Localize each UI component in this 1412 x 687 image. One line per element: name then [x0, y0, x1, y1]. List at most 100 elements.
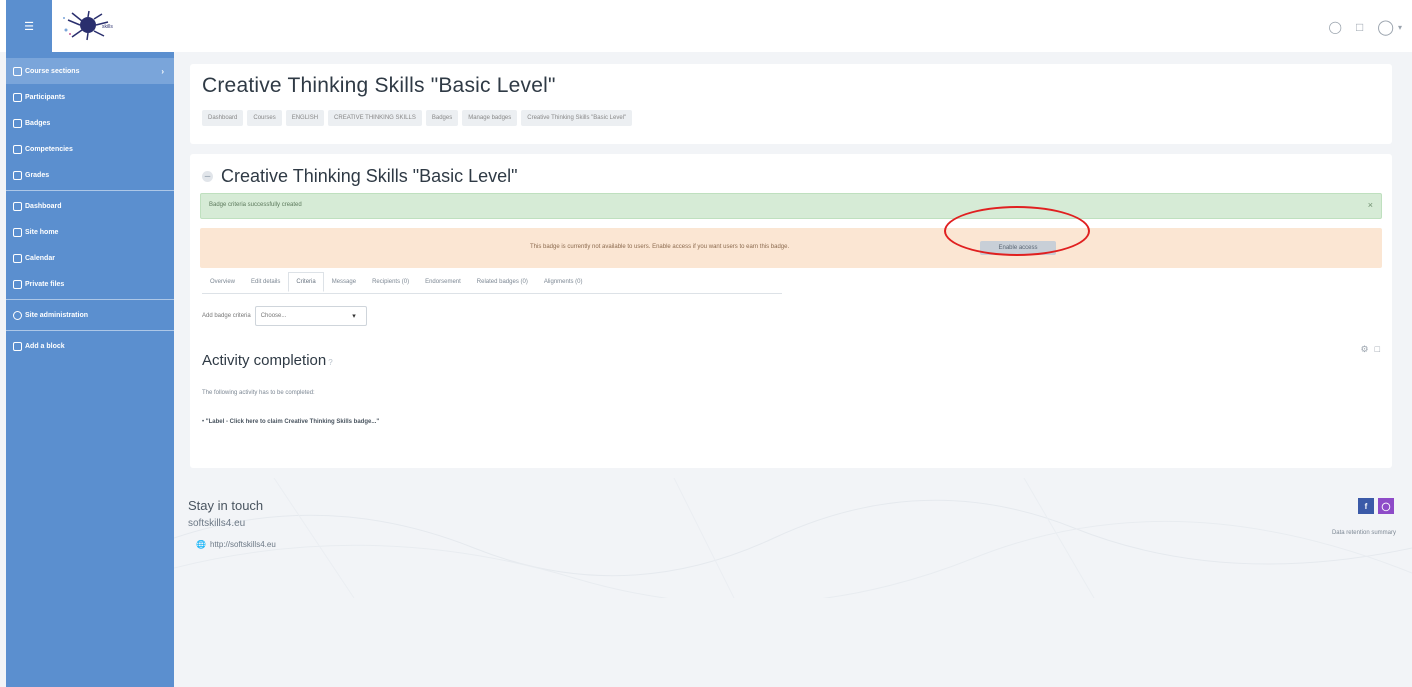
breadcrumb-item[interactable]: Dashboard [202, 110, 244, 126]
add-criteria-select[interactable]: Choose... ▾ [254, 306, 367, 326]
facebook-icon[interactable]: f [1358, 498, 1374, 514]
sidebar-item-participants[interactable]: Participants [6, 84, 174, 110]
sidebar-item-label: Badges [25, 119, 51, 127]
sidebar-item-competencies[interactable]: Competencies [6, 136, 174, 162]
activity-item-text[interactable]: "Label - Click here to claim Creative Th… [206, 419, 379, 425]
sidebar-item-grades[interactable]: Grades [6, 162, 174, 188]
chevron-down-icon: ▾ [352, 313, 356, 320]
user-avatar-icon[interactable]: ◯ [1377, 18, 1394, 36]
tab-related-badges[interactable]: Related badges (0) [469, 272, 536, 292]
add-criteria-selected: Choose... [260, 313, 287, 319]
badge-icon [13, 118, 22, 128]
tab-edit-details[interactable]: Edit details [243, 272, 288, 292]
sidebar-item-label: Calendar [25, 254, 55, 262]
dashboard-icon [13, 201, 22, 211]
sidebar-item-badges[interactable]: Badges [6, 110, 174, 136]
hamburger-icon[interactable]: ☰ [6, 0, 52, 52]
site-link[interactable]: 🌐 http://softskills4.eu [196, 540, 276, 549]
breadcrumb-item[interactable]: Manage badges [462, 110, 518, 126]
sidebar-divider [6, 330, 174, 331]
sidebar-item-add-block[interactable]: Add a block [6, 333, 174, 359]
home-icon [13, 227, 22, 237]
help-icon[interactable]: ? [328, 358, 332, 367]
sidebar-item-private-files[interactable]: Private files [6, 271, 174, 297]
tab-alignments[interactable]: Alignments (0) [536, 272, 591, 292]
globe-icon: 🌐 [196, 540, 206, 549]
badge-heading-text: Creative Thinking Skills "Basic Level" [221, 166, 518, 186]
success-alert: Badge criteria successfully created × [200, 193, 1382, 219]
sidebar-item-dashboard[interactable]: Dashboard [6, 193, 174, 219]
site-name: softskills4.eu [188, 518, 246, 529]
sidebar-item-label: Competencies [25, 145, 73, 153]
stay-in-touch-heading: Stay in touch [188, 498, 264, 513]
svg-text:skills: skills [102, 24, 113, 30]
folder-icon [13, 66, 22, 76]
enable-access-button[interactable]: Enable access [980, 241, 1056, 255]
sidebar-item-site-administration[interactable]: Site administration [6, 302, 174, 328]
sidebar-item-calendar[interactable]: Calendar [6, 245, 174, 271]
activity-description: The following activity has to be complet… [202, 390, 315, 396]
gear-icon [13, 310, 22, 320]
breadcrumb-item[interactable]: Badges [425, 110, 459, 126]
sidebar-item-site-home[interactable]: Site home [6, 219, 174, 245]
plus-icon [13, 341, 22, 351]
activity-tools: ⚙ □ [1360, 344, 1380, 355]
instagram-icon[interactable]: ◯ [1378, 498, 1394, 514]
sidebar: Course sections › Participants Badges Co… [6, 52, 174, 687]
tab-divider [202, 293, 782, 294]
page-title: Creative Thinking Skills "Basic Level" [202, 74, 556, 97]
data-retention-link[interactable]: Data retention summary [1332, 530, 1396, 536]
sidebar-item-label: Add a block [25, 342, 65, 350]
chevron-down-icon[interactable]: ▾ [1398, 23, 1402, 32]
file-icon [13, 279, 22, 289]
sidebar-item-label: Site administration [25, 311, 89, 319]
delete-icon[interactable]: □ [1375, 344, 1380, 355]
add-criteria-row: Add badge criteria Choose... ▾ [202, 306, 367, 326]
tab-message[interactable]: Message [324, 272, 364, 292]
site-url[interactable]: http://softskills4.eu [210, 540, 276, 549]
breadcrumb-item[interactable]: Courses [247, 110, 282, 126]
badge-tabs: Overview Edit details Criteria Message R… [202, 272, 591, 292]
footer-background-pattern [174, 478, 1412, 598]
activity-completion-heading: Activity completion? [202, 352, 333, 369]
calendar-icon [13, 253, 22, 263]
users-icon [13, 92, 22, 102]
warning-alert: This badge is currently not available to… [200, 228, 1382, 268]
sidebar-item-label: Dashboard [25, 202, 62, 210]
tab-overview[interactable]: Overview [202, 272, 243, 292]
warning-alert-message: This badge is currently not available to… [530, 244, 790, 250]
badge-main-card: – Creative Thinking Skills "Basic Level"… [190, 154, 1392, 468]
collapse-icon[interactable]: – [202, 171, 213, 182]
footer: Stay in touch softskills4.eu 🌐 http://so… [174, 478, 1412, 687]
tab-endorsement[interactable]: Endorsement [417, 272, 469, 292]
activity-heading-text: Activity completion [202, 352, 327, 369]
sidebar-item-label: Participants [25, 93, 66, 101]
breadcrumb-item[interactable]: Creative Thinking Skills "Basic Level" [521, 110, 633, 126]
chat-icon[interactable]: ◯ [1329, 20, 1342, 34]
activity-list-item: • "Label - Click here to claim Creative … [202, 419, 380, 425]
breadcrumb-item[interactable]: ENGLISH [285, 110, 325, 126]
chevron-right-icon: › [161, 66, 164, 76]
table-icon [13, 170, 22, 180]
social-links: f ◯ [1358, 498, 1394, 514]
breadcrumb-item[interactable]: CREATIVE THINKING SKILLS [328, 110, 422, 126]
sidebar-item-label: Course sections [25, 67, 80, 75]
success-alert-message: Badge criteria successfully created [209, 202, 302, 208]
top-navbar: ☰ skills ◯ □ ◯ ▾ [0, 0, 1412, 52]
sidebar-divider [6, 299, 174, 300]
bell-icon[interactable]: □ [1356, 20, 1363, 34]
page-header: Creative Thinking Skills "Basic Level" D… [190, 64, 1392, 144]
sidebar-item-label: Grades [25, 171, 50, 179]
tab-recipients[interactable]: Recipients (0) [364, 272, 417, 292]
sidebar-item-label: Site home [25, 228, 59, 236]
breadcrumb: Dashboard Courses ENGLISH CREATIVE THINK… [202, 110, 633, 126]
gear-icon[interactable]: ⚙ [1360, 344, 1368, 355]
tab-criteria[interactable]: Criteria [288, 272, 324, 292]
sidebar-item-course-sections[interactable]: Course sections › [6, 58, 174, 84]
site-logo[interactable]: skills [58, 10, 122, 42]
add-criteria-label: Add badge criteria [202, 313, 251, 319]
badge-heading: – Creative Thinking Skills "Basic Level" [202, 166, 518, 187]
sidebar-item-label: Private files [25, 280, 65, 288]
close-icon[interactable]: × [1368, 200, 1373, 210]
sidebar-divider [6, 190, 174, 191]
